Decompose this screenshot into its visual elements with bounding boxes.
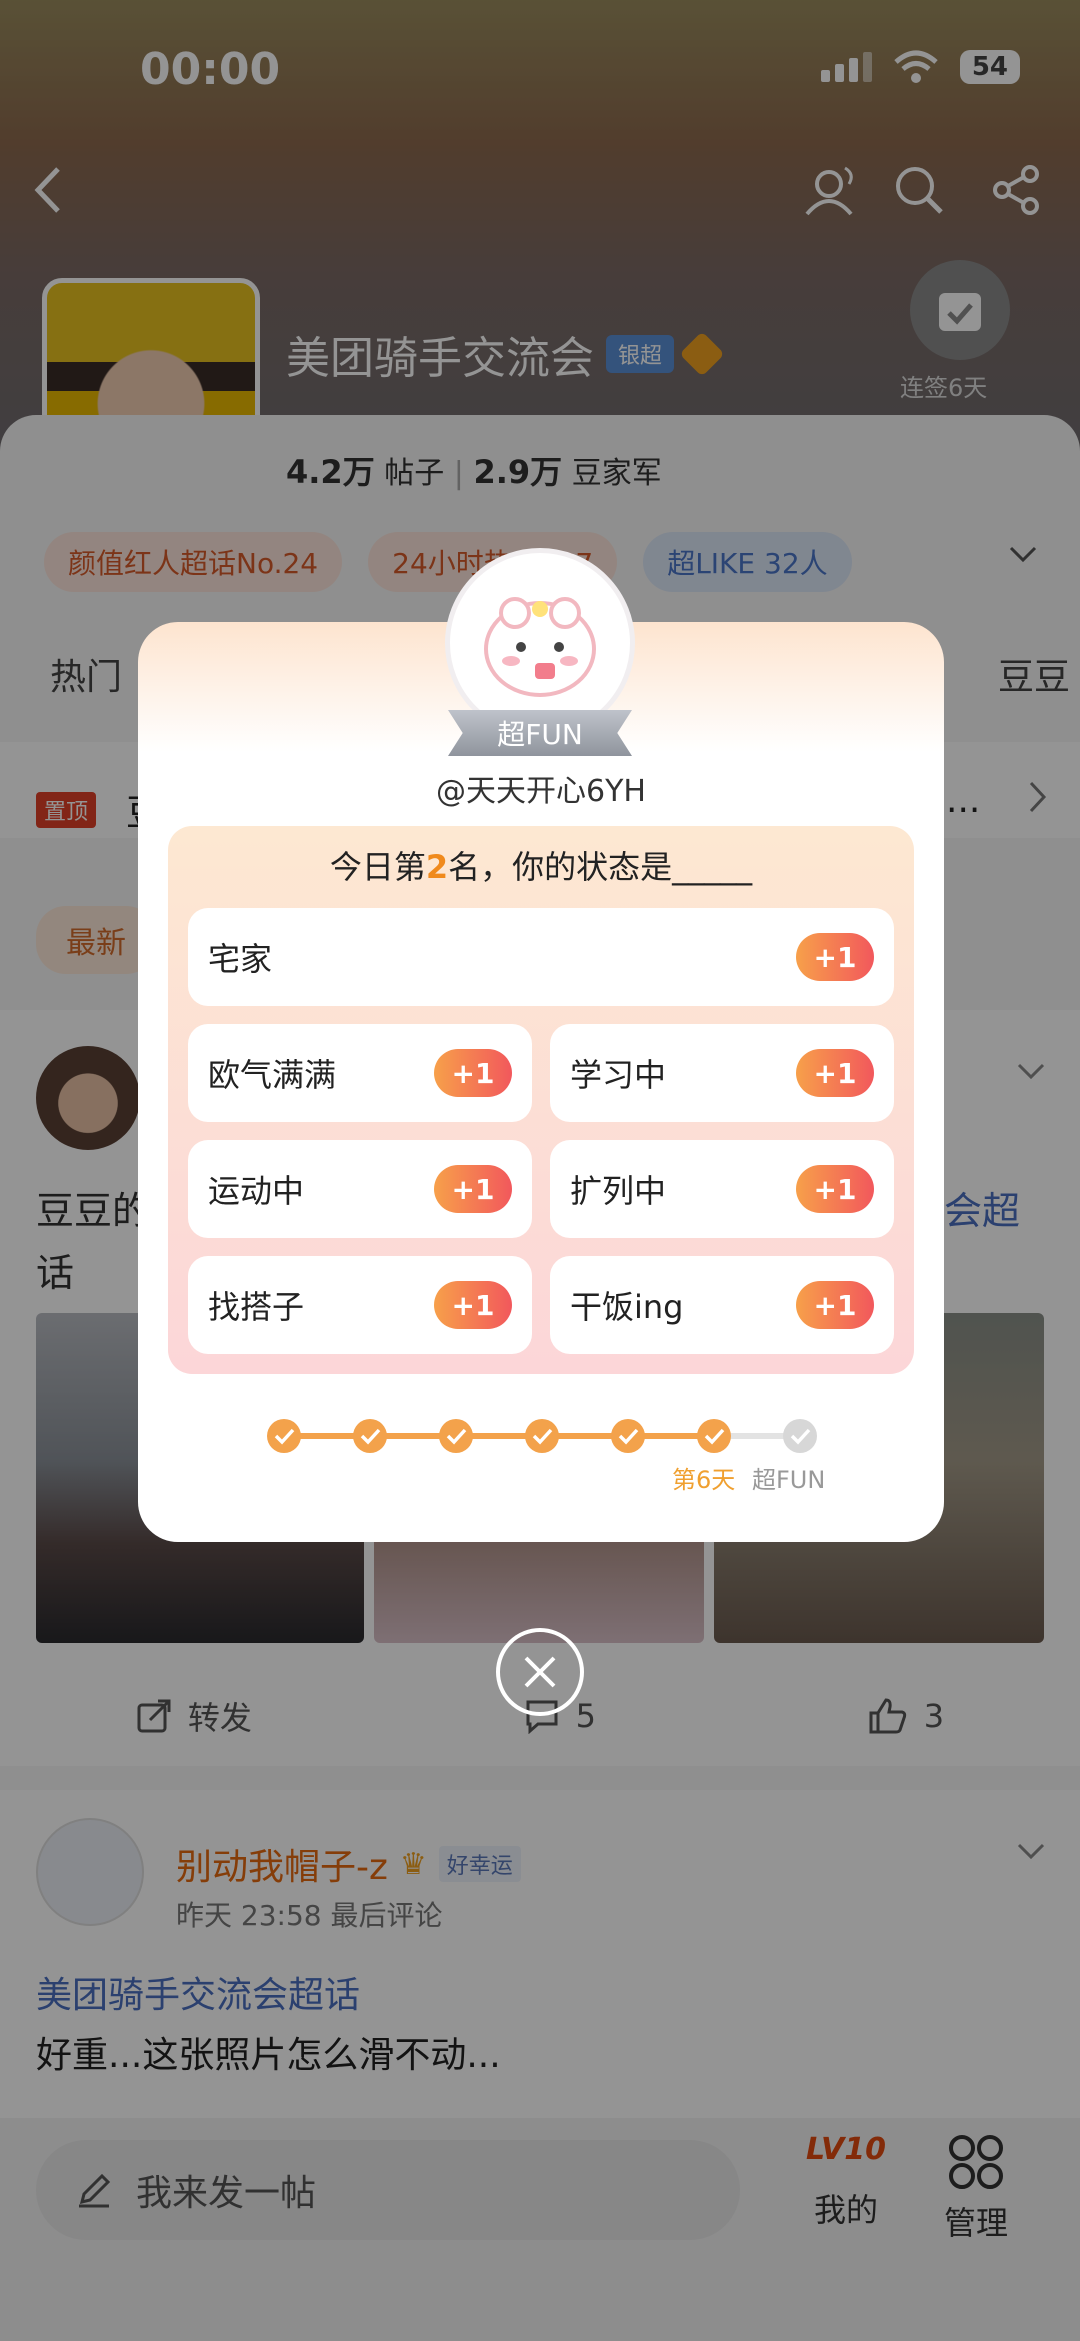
progress-goal-label: 超FUN bbox=[752, 1466, 826, 1494]
progress-step-done bbox=[353, 1419, 387, 1453]
progress-current-label: 第6天 bbox=[672, 1466, 736, 1494]
progress-step-done bbox=[267, 1419, 301, 1453]
progress-step-done bbox=[525, 1419, 559, 1453]
progress-step-pending bbox=[783, 1419, 817, 1453]
checkin-progress bbox=[267, 1419, 817, 1453]
close-icon bbox=[524, 1656, 556, 1688]
close-modal-button[interactable] bbox=[496, 1628, 584, 1716]
progress-step-done bbox=[611, 1419, 645, 1453]
progress-step-done bbox=[697, 1419, 731, 1453]
progress-step-done bbox=[439, 1419, 473, 1453]
